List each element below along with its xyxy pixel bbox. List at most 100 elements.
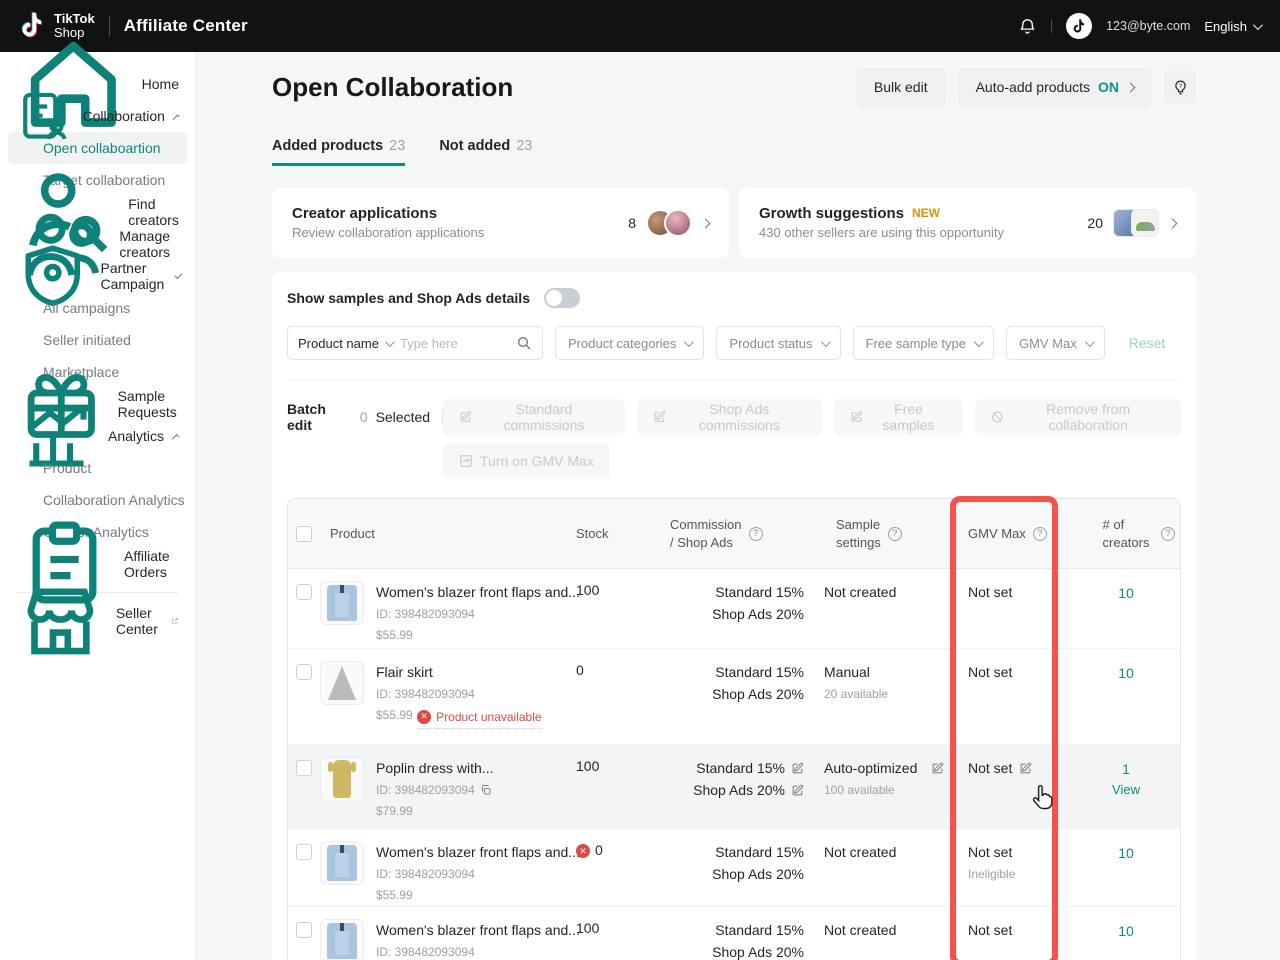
samples-toggle-label: Show samples and Shop Ads details bbox=[287, 290, 530, 306]
creators-count-link[interactable]: 1 bbox=[1122, 761, 1130, 777]
copy-icon[interactable] bbox=[480, 784, 492, 796]
row-checkbox[interactable] bbox=[296, 664, 312, 680]
gmv-max-cell: Not set bbox=[960, 649, 1072, 744]
sample-available: 20 available bbox=[824, 687, 888, 701]
svg-text:?: ? bbox=[1178, 83, 1182, 89]
search-icon[interactable] bbox=[516, 335, 532, 351]
chevron-down-icon bbox=[684, 337, 694, 347]
creators-count-link[interactable]: 10 bbox=[1118, 585, 1134, 601]
stock-value: 0 bbox=[568, 649, 658, 744]
chevron-up-icon bbox=[172, 434, 180, 442]
stock-cell: ✕ 0 bbox=[568, 829, 658, 917]
product-thumbnail bbox=[1131, 209, 1159, 237]
column-commission: Commission/ Shop Ads ? bbox=[658, 499, 816, 568]
edit-icon[interactable] bbox=[791, 784, 804, 797]
creators-count-link[interactable]: 10 bbox=[1118, 923, 1134, 939]
table-row: Women's blazer front flaps and... ID: 39… bbox=[288, 829, 1180, 907]
column-creators: # ofcreators ? bbox=[1072, 499, 1180, 568]
creators-count-link[interactable]: 10 bbox=[1118, 845, 1134, 861]
applications-count: 8 bbox=[628, 215, 636, 231]
product-id: ID: 398482093094 bbox=[376, 685, 542, 703]
applicant-avatars bbox=[646, 209, 692, 237]
sidebar-item-collaboration-analytics[interactable]: Collaboration Analytics bbox=[0, 484, 195, 516]
sidebar: Home Collaboration Open collaboartion Ta… bbox=[0, 52, 196, 960]
main-content: Open Collaboration Bulk edit Auto-add pr… bbox=[196, 52, 1280, 960]
stock-value: 100 bbox=[568, 569, 658, 657]
standard-commissions-button[interactable]: Standard commissions bbox=[443, 399, 625, 435]
sample-settings-cell: Not created bbox=[816, 569, 960, 657]
sidebar-item-seller-center[interactable]: Seller Center bbox=[0, 605, 195, 637]
chevron-up-icon bbox=[173, 114, 180, 121]
reset-filters-link[interactable]: Reset bbox=[1129, 335, 1166, 351]
column-sample-settings: Samplesettings ? bbox=[816, 499, 960, 568]
sample-available: 100 available bbox=[824, 783, 895, 797]
help-icon[interactable]: ? bbox=[1033, 527, 1047, 541]
product-price: $55.99 bbox=[376, 888, 413, 902]
select-all-checkbox[interactable] bbox=[296, 526, 312, 542]
row-checkbox[interactable] bbox=[296, 760, 312, 776]
growth-suggestions-card[interactable]: Growth suggestions NEW 430 other sellers… bbox=[739, 188, 1196, 258]
tips-button[interactable]: ? bbox=[1164, 71, 1196, 103]
store-icon bbox=[16, 577, 105, 666]
commission-cell: Standard 15% Shop Ads 20% bbox=[658, 829, 816, 917]
edit-icon[interactable] bbox=[791, 762, 804, 775]
row-checkbox[interactable] bbox=[296, 922, 312, 938]
search-input[interactable] bbox=[400, 336, 508, 351]
commission-cell: Standard 15% Shop Ads 20% bbox=[658, 745, 816, 833]
gmv-max-dropdown[interactable]: GMV Max bbox=[1006, 326, 1105, 360]
language-selector[interactable]: English bbox=[1204, 19, 1260, 34]
creator-applications-card[interactable]: Creator applications Review collaboratio… bbox=[272, 188, 729, 258]
header-divider bbox=[1051, 19, 1052, 33]
sidebar-item-seller-initiated[interactable]: Seller initiated bbox=[0, 324, 195, 356]
stock-value: 0 bbox=[595, 842, 603, 858]
edit-icon bbox=[653, 410, 666, 424]
row-checkbox[interactable] bbox=[296, 844, 312, 860]
chevron-down-icon bbox=[385, 337, 395, 347]
error-icon: ✕ bbox=[417, 710, 431, 724]
search-category-selector[interactable]: Product name bbox=[298, 336, 392, 351]
notification-bell-icon[interactable] bbox=[1018, 17, 1037, 36]
tab-not-added[interactable]: Not added 23 bbox=[439, 138, 532, 166]
bulk-edit-button[interactable]: Bulk edit bbox=[856, 68, 946, 106]
product-name: Poplin dress with... bbox=[376, 760, 494, 776]
panel-divider bbox=[287, 379, 1181, 380]
avatar bbox=[664, 209, 692, 237]
column-product: Product bbox=[320, 499, 568, 568]
account-email[interactable]: 123@byte.com bbox=[1106, 19, 1190, 33]
free-sample-type-dropdown[interactable]: Free sample type bbox=[853, 326, 994, 360]
turn-on-gmv-max-button[interactable]: Turn on GMV Max bbox=[443, 443, 610, 479]
view-link[interactable]: View bbox=[1072, 780, 1180, 801]
row-checkbox[interactable] bbox=[296, 584, 312, 600]
product-name: Women's blazer front flaps and... bbox=[376, 584, 580, 600]
help-icon[interactable]: ? bbox=[888, 527, 902, 541]
table-header-row: Product Stock Commission/ Shop Ads ? Sam… bbox=[288, 499, 1180, 569]
commission-cell: Standard 15% Shop Ads 20% bbox=[658, 649, 816, 744]
creators-count-link[interactable]: 10 bbox=[1118, 665, 1134, 681]
product-image bbox=[320, 757, 364, 801]
account-avatar[interactable] bbox=[1066, 13, 1092, 39]
edit-icon bbox=[459, 410, 472, 424]
product-price: $79.99 bbox=[376, 804, 413, 818]
samples-toggle[interactable] bbox=[544, 288, 580, 308]
column-stock: Stock bbox=[568, 499, 658, 568]
product-name: Flair skirt bbox=[376, 664, 433, 680]
sidebar-item-affiliate-orders[interactable]: Affiliate Orders bbox=[0, 548, 195, 580]
table-row: Poplin dress with... ID: 398482093094 $7… bbox=[288, 745, 1180, 829]
chevron-down-icon bbox=[1253, 20, 1263, 30]
remove-from-collaboration-button[interactable]: Remove from collaboration bbox=[975, 399, 1181, 435]
product-status-dropdown[interactable]: Product status bbox=[716, 326, 840, 360]
product-categories-dropdown[interactable]: Product categories bbox=[555, 326, 704, 360]
tab-added-products[interactable]: Added products 23 bbox=[272, 138, 405, 166]
free-samples-button[interactable]: Free samples bbox=[834, 399, 964, 435]
sample-settings-cell: Manual 20 available bbox=[816, 649, 960, 744]
external-link-icon bbox=[171, 614, 179, 628]
auto-add-products-button[interactable]: Auto-add products ON bbox=[958, 68, 1152, 106]
suggestions-count: 20 bbox=[1087, 215, 1103, 231]
commission-cell: Standard 15% Shop Ads 20% bbox=[658, 569, 816, 657]
edit-icon[interactable] bbox=[1019, 762, 1032, 775]
sample-settings-cell: Auto-optimized 100 available bbox=[816, 745, 960, 833]
edit-icon[interactable] bbox=[931, 762, 944, 775]
help-icon[interactable]: ? bbox=[1161, 527, 1175, 541]
shop-ads-commissions-button[interactable]: Shop Ads commissions bbox=[637, 399, 822, 435]
help-icon[interactable]: ? bbox=[749, 527, 763, 541]
